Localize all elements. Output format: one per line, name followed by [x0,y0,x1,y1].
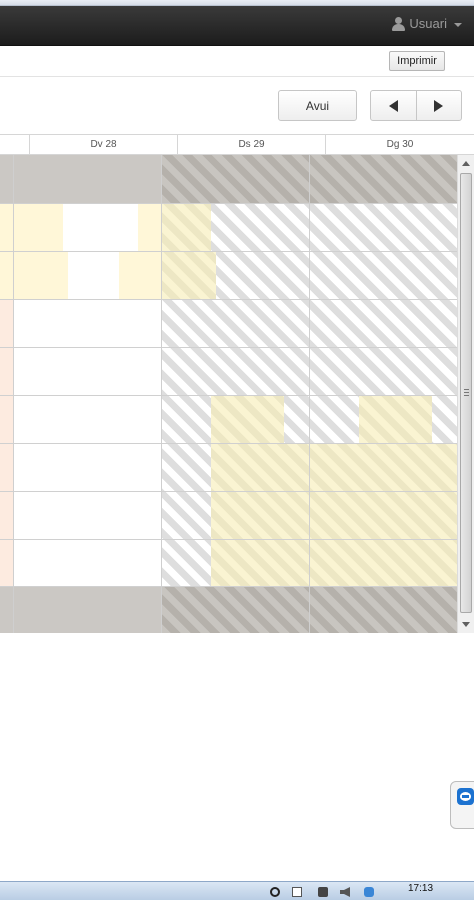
arrow-left-icon [388,99,398,112]
caret-down-icon [454,22,462,27]
column-line [309,155,310,633]
next-button[interactable] [415,91,462,120]
today-button[interactable]: Avui [278,90,357,121]
available-slot[interactable] [138,203,161,251]
app-window: Usuari Imprimir Avui Dv 28 Ds 29 Dg 30 1… [0,0,474,900]
prev-button[interactable] [371,91,416,120]
grip-icon [464,389,469,396]
grid-line [0,586,457,587]
day-header[interactable]: Dv 28 [29,135,177,154]
scroll-thumb[interactable] [460,173,472,613]
tray-app-icon[interactable] [364,887,374,897]
grid-line [0,203,457,204]
unavailable-band [0,155,161,203]
column-line [13,155,14,633]
action-bar: Imprimir [0,47,474,77]
available-slot[interactable] [13,251,68,299]
grid-line [0,491,457,492]
available-slot[interactable] [13,203,63,251]
day-header-row: Dv 28 Ds 29 Dg 30 [0,134,474,155]
teamviewer-icon [457,788,474,805]
user-menu-label: Usuari [409,16,447,31]
scroll-up-icon[interactable] [462,161,470,166]
date-nav-group [370,90,462,121]
user-icon [392,16,406,31]
grid-line [0,539,457,540]
available-slot[interactable] [211,443,457,586]
print-button[interactable]: Imprimir [389,51,445,71]
arrow-right-icon [434,99,444,112]
taskbar: 17:13 [0,881,474,900]
taskbar-clock[interactable]: 17:13 [408,883,433,894]
grid-line [0,395,457,396]
grid-line [0,251,457,252]
available-slot[interactable] [161,203,211,251]
day-header[interactable]: Ds 29 [177,135,325,154]
scroll-down-icon[interactable] [462,622,470,627]
speaker-icon[interactable] [340,887,350,897]
user-menu[interactable]: Usuari [392,16,462,31]
day-header[interactable]: Dg 30 [325,135,474,154]
window-icon[interactable] [292,887,302,897]
search-icon[interactable] [270,887,280,897]
remote-support-widget[interactable] [450,781,474,829]
grid-line [0,347,457,348]
available-slot[interactable] [161,251,216,299]
column-line [161,155,162,633]
vertical-scrollbar[interactable] [457,155,474,633]
available-slot[interactable] [359,395,432,443]
calendar-grid[interactable] [0,155,457,633]
top-navbar: Usuari [0,6,474,46]
available-slot[interactable] [211,395,284,443]
unavailable-band [0,586,161,633]
grid-line [0,443,457,444]
available-slot[interactable] [119,251,161,299]
network-icon[interactable] [318,887,328,897]
grid-line [0,299,457,300]
